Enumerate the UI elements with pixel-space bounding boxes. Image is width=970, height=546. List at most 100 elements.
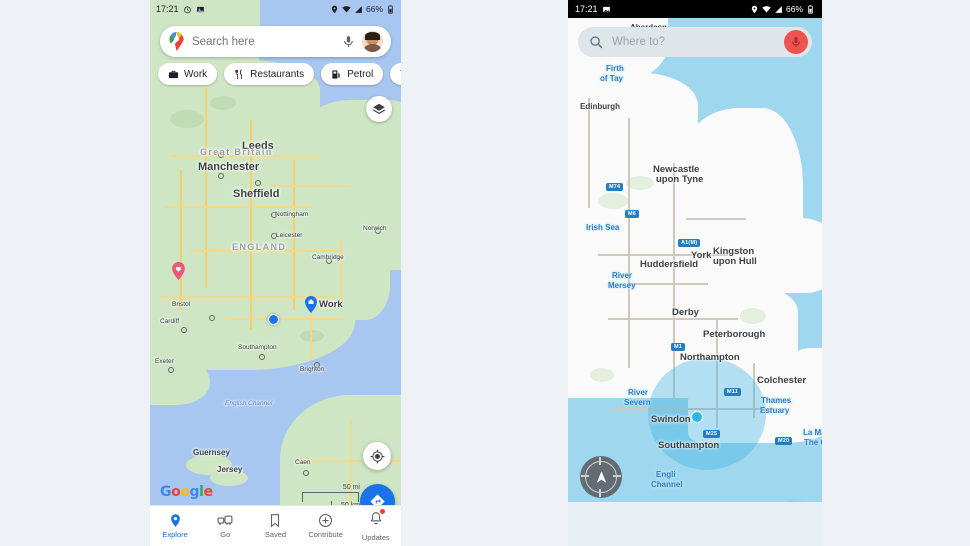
road [588,98,590,208]
chip-groceries[interactable]: Groce [390,63,401,85]
screenshot-canvas: Leeds Manchester Sheffield Nottingham Leices… [0,0,970,546]
layers-icon [372,103,386,115]
search-bar[interactable]: Search here [160,26,391,57]
user-avatar[interactable] [360,29,385,54]
plus-circle-icon [319,514,333,527]
road [608,318,738,320]
right-status-bar: 17:21 66% [568,0,822,18]
city-dot [218,173,224,179]
compass-button[interactable] [580,456,622,498]
nav-label: Contribute [308,530,343,539]
park-area [740,308,766,324]
city-dot [209,315,215,321]
road [340,240,342,300]
status-time: 17:21 [575,4,598,14]
saved-place-pin[interactable] [172,262,185,280]
map-layers-button[interactable] [366,96,392,122]
screenshot-icon [196,6,204,12]
signal-icon [775,5,782,13]
nav-item-explore[interactable]: Explore [152,513,198,539]
status-time: 17:21 [156,4,179,14]
voice-search-button[interactable] [784,30,808,54]
road [628,118,630,368]
signal-icon [355,5,362,13]
park-area [598,193,628,209]
nav-item-updates[interactable]: Updates [353,508,399,542]
bottom-action-bar [568,502,822,546]
park-area [300,330,324,342]
current-location-dot [691,411,703,423]
my-location-icon [370,449,384,463]
chip-label: Restaurants [250,68,305,80]
park-area [170,110,204,128]
chip-petrol[interactable]: Petrol [321,63,384,85]
nav-item-saved[interactable]: Saved [252,513,298,539]
city-dot [314,362,320,368]
destination-input[interactable]: Where to? [612,36,784,48]
park-area [210,96,236,110]
nav-item-go[interactable]: Go [202,513,248,539]
map-canvas-ev-app[interactable] [568,10,822,502]
work-place-marker[interactable]: Work [305,296,343,313]
city-dot [326,258,332,264]
microphone-icon [791,37,801,47]
quick-filter-chips: Work Restaurants Petrol Groce [158,63,401,85]
landmass-shape [150,360,210,405]
city-dot [259,354,265,360]
road [180,170,182,310]
wifi-icon [342,5,351,12]
city-dot [218,152,224,158]
updates-badge [379,508,385,514]
location-icon [751,5,758,13]
city-dot [375,228,381,234]
status-battery-percent: 66% [785,4,803,14]
park-area [590,368,614,382]
chip-label: Work [184,68,208,80]
commute-icon [217,515,233,525]
city-dot [303,470,309,476]
screenshot-icon [602,6,610,12]
road [190,250,340,252]
right-phone-ev-navigation: AberdeenEdinburghNewcastleupon TyneYorkK… [568,0,822,546]
left-status-bar: 17:21 66% [150,0,401,18]
scale-miles: 50 mi [342,484,360,491]
chip-restaurants[interactable]: Restaurants [224,63,315,85]
city-dot [255,180,261,186]
map-scale: 50 mi 50 km [302,484,360,509]
park-area [626,176,654,190]
road [598,254,728,256]
nav-label: Updates [361,532,390,542]
my-location-button[interactable] [363,442,391,470]
road [628,283,708,285]
nav-label: Go [220,530,231,539]
landmass-shape [365,215,401,270]
work-marker-label: Work [319,299,343,310]
road [270,185,350,187]
nav-item-contribute[interactable]: Contribute [303,513,349,539]
chip-work[interactable]: Work [158,63,218,85]
microphone-icon[interactable] [342,34,355,49]
wifi-icon [762,5,771,12]
briefcase-icon [168,70,179,78]
nav-label: Saved [264,530,287,539]
city-dot [168,367,174,373]
grocery-cart-icon [400,69,401,71]
left-phone-google-maps: Leeds Manchester Sheffield Nottingham Leices… [150,0,401,546]
road [164,206,314,208]
search-input[interactable]: Search here [192,36,342,48]
landmass-shape [783,348,822,408]
location-pin-icon [170,514,180,527]
city-dot [181,327,187,333]
fuel-icon [332,69,340,79]
road [293,160,295,310]
search-icon [590,36,603,49]
road [205,88,207,288]
landmass-shape [758,218,822,293]
bottom-navigation-bar: Explore Go Saved Contribute Updates [150,505,401,546]
google-logo: Google [160,484,213,500]
destination-search-bar[interactable]: Where to? [578,27,812,57]
road [250,120,252,330]
road [225,318,345,320]
current-location-dot [268,314,279,325]
compass-icon [581,457,621,497]
